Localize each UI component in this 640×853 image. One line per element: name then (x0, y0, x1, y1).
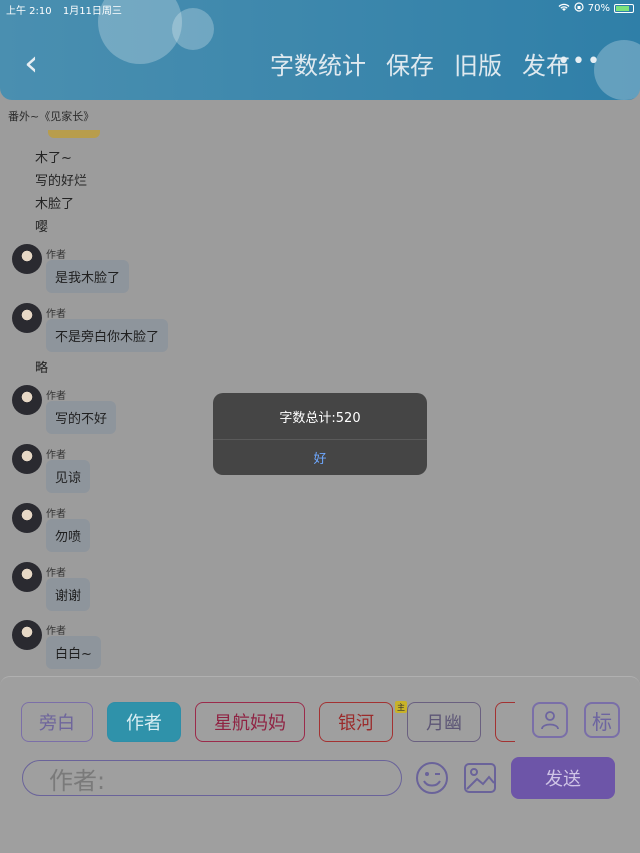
battery-icon (614, 4, 634, 13)
status-bar: 上午 2:10 1月11日周三 70% (0, 0, 640, 18)
battery-percent: 70% (587, 3, 610, 14)
wifi-icon (558, 3, 570, 15)
old-version-button[interactable]: 旧版 (454, 46, 502, 81)
user-icon[interactable] (532, 702, 568, 738)
avatar (12, 562, 42, 592)
save-button[interactable]: 保存 (386, 46, 434, 81)
input-placeholder: 作者: (49, 766, 106, 795)
tag-button[interactable]: 标 (584, 702, 620, 738)
sender-name: 作者 (46, 450, 66, 461)
sender-name: 作者 (46, 626, 66, 637)
sender-name: 作者 (46, 509, 66, 520)
message-text: 白白~ (46, 636, 101, 669)
avatar (12, 444, 42, 474)
word-count-button[interactable]: 字数统计 (270, 46, 366, 81)
role-more[interactable] (495, 702, 515, 742)
more-icon[interactable]: ••• (557, 49, 602, 74)
role-narrator[interactable]: 旁白 (21, 702, 93, 742)
chapter-title: 番外~《见家长》 (8, 110, 95, 123)
message-text: 不是旁白你木脸了 (46, 319, 169, 352)
sender-name: 作者 (46, 391, 66, 402)
sender-name: 作者 (46, 568, 66, 579)
orientation-lock-icon (574, 2, 584, 15)
status-time: 上午 2:10 (6, 6, 52, 17)
role-author[interactable]: 作者 (107, 702, 181, 742)
dialog-message: 字数总计:520 (213, 393, 427, 440)
emoji-icon[interactable] (414, 760, 450, 796)
avatar (12, 385, 42, 415)
header-nav: 字数统计 保存 旧版 发布 (270, 46, 570, 81)
narration-line: 略 (35, 361, 49, 376)
message-text: 勿喷 (46, 519, 91, 552)
narration-line: 木脸了 (35, 197, 75, 212)
role-yueyou[interactable]: 月幽 (407, 702, 481, 742)
role-xinghang-mom[interactable]: 星航妈妈 (195, 702, 305, 742)
message-input[interactable]: 作者: (22, 760, 402, 796)
back-icon[interactable]: ‹ (24, 44, 50, 84)
dialog-ok-button[interactable]: 好 (213, 440, 427, 475)
message-text: 写的不好 (46, 401, 117, 434)
sender-name: 作者 (46, 309, 66, 320)
role-yinhe[interactable]: 银河 (319, 702, 393, 742)
word-count-dialog: 字数总计:520 好 (213, 393, 427, 475)
message-text: 见谅 (46, 460, 91, 493)
message-bubble-fragment (48, 130, 100, 138)
narration-line: 写的好烂 (35, 174, 88, 189)
narration-line: 嘤 (35, 220, 49, 235)
avatar (12, 303, 42, 333)
send-button[interactable]: 发送 (511, 757, 615, 799)
message-text: 谢谢 (46, 578, 91, 611)
avatar (12, 620, 42, 650)
avatar (12, 244, 42, 274)
image-icon[interactable] (462, 760, 498, 796)
sender-name: 作者 (46, 250, 66, 261)
avatar (12, 503, 42, 533)
status-date: 1月11日周三 (62, 6, 122, 17)
main-role-badge: 主 (395, 701, 407, 713)
narration-line: 木了~ (35, 151, 72, 166)
message-text: 是我木脸了 (46, 260, 130, 293)
